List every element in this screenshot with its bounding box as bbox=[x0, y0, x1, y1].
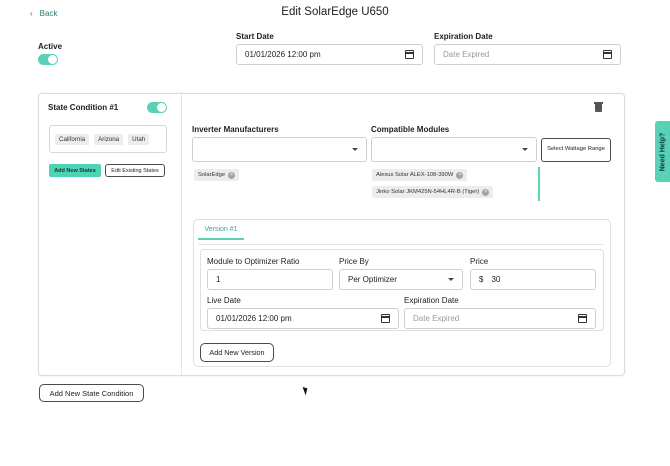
expiration-date-input[interactable]: Date Expired bbox=[434, 44, 621, 65]
manufacturer-tag: SolarEdge × bbox=[194, 169, 240, 181]
add-new-states-button[interactable]: Add New States bbox=[49, 164, 101, 177]
tab-version-1[interactable]: Version #1 bbox=[198, 226, 244, 240]
start-date-input[interactable]: 01/01/2026 12:00 pm bbox=[236, 44, 423, 65]
caret-down-icon bbox=[522, 148, 528, 151]
ratio-input[interactable]: 1 bbox=[207, 269, 333, 290]
module-tag-label: Alexus Solar ALEX-108-390W bbox=[376, 172, 454, 178]
state-chip: Arizona bbox=[94, 133, 124, 145]
calendar-icon[interactable] bbox=[405, 50, 414, 59]
inverter-manufacturers-select[interactable] bbox=[192, 137, 367, 162]
remove-icon[interactable]: × bbox=[482, 188, 490, 196]
mouse-cursor-icon bbox=[302, 385, 310, 396]
price-by-label: Price By bbox=[339, 257, 369, 266]
need-help-button[interactable]: Need Help? bbox=[655, 121, 670, 182]
start-date-label: Start Date bbox=[236, 32, 274, 41]
live-date-value: 01/01/2026 12:00 pm bbox=[216, 314, 292, 323]
states-box: California Arizona Utah bbox=[49, 125, 167, 153]
expiration-date-placeholder: Date Expired bbox=[443, 50, 490, 59]
inverter-manufacturers-label: Inverter Manufacturers bbox=[192, 125, 279, 134]
version-expiration-input[interactable]: Date Expired bbox=[404, 308, 596, 329]
need-help-label: Need Help? bbox=[659, 132, 666, 171]
calendar-icon[interactable] bbox=[381, 314, 390, 323]
trash-icon[interactable] bbox=[594, 102, 603, 112]
state-condition-title: State Condition #1 bbox=[48, 103, 119, 112]
expiration-date-label: Expiration Date bbox=[434, 32, 493, 41]
remove-icon[interactable]: × bbox=[456, 171, 464, 179]
price-by-select[interactable]: Per Optimizer bbox=[339, 269, 463, 290]
price-value: 30 bbox=[491, 275, 501, 284]
live-date-label: Live Date bbox=[207, 296, 241, 305]
version-expiration-placeholder: Date Expired bbox=[413, 314, 460, 323]
add-new-version-button[interactable]: Add New Version bbox=[200, 343, 274, 362]
price-label: Price bbox=[470, 257, 489, 266]
remove-icon[interactable]: × bbox=[228, 171, 236, 179]
state-chip: Utah bbox=[128, 133, 150, 145]
caret-down-icon bbox=[352, 148, 358, 151]
live-date-input[interactable]: 01/01/2026 12:00 pm bbox=[207, 308, 399, 329]
compatible-modules-select[interactable] bbox=[371, 137, 537, 162]
currency-symbol: $ bbox=[479, 275, 484, 284]
ratio-value: 1 bbox=[216, 275, 221, 284]
active-label: Active bbox=[38, 42, 63, 51]
manufacturer-tag-label: SolarEdge bbox=[198, 172, 226, 178]
compatible-modules-label: Compatible Modules bbox=[371, 125, 450, 134]
state-chip: California bbox=[55, 133, 90, 145]
price-by-value: Per Optimizer bbox=[348, 275, 397, 284]
scroll-indicator bbox=[538, 167, 540, 201]
module-tag: Alexus Solar ALEX-108-390W × bbox=[372, 169, 468, 181]
price-input[interactable]: $ 30 bbox=[470, 269, 596, 290]
ratio-label: Module to Optimizer Ratio bbox=[207, 257, 300, 266]
active-toggle[interactable] bbox=[38, 54, 58, 65]
calendar-icon[interactable] bbox=[603, 50, 612, 59]
add-new-state-condition-button[interactable]: Add New State Condition bbox=[39, 384, 144, 402]
version-expiration-label: Expiration Date bbox=[404, 296, 459, 305]
module-tag: Jinko Solar JKM425N-54HL4R-B (Tiger) × bbox=[372, 186, 494, 198]
page-title: Edit SolarEdge U650 bbox=[281, 6, 389, 18]
caret-down-icon bbox=[448, 278, 454, 281]
calendar-icon[interactable] bbox=[578, 314, 587, 323]
state-condition-toggle[interactable] bbox=[147, 102, 167, 113]
module-tag-label: Jinko Solar JKM425N-54HL4R-B (Tiger) bbox=[376, 189, 480, 195]
select-wattage-range-button[interactable]: Select Wattage Range bbox=[541, 138, 611, 162]
edit-existing-states-button[interactable]: Edit Existing States bbox=[105, 164, 165, 177]
tab-divider bbox=[198, 244, 604, 245]
start-date-value: 01/01/2026 12:00 pm bbox=[245, 50, 321, 59]
